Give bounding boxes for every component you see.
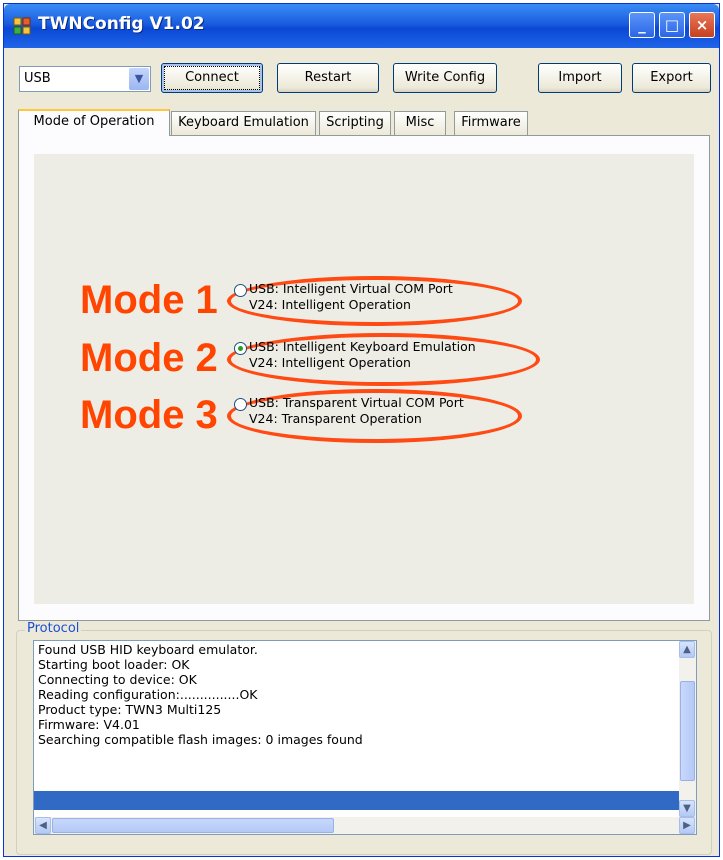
mode-2-radio[interactable]: [234, 342, 247, 355]
mode-3-line1: USB: Transparent Virtual COM Port: [249, 395, 464, 410]
log-line: Connecting to device: OK: [38, 672, 197, 687]
mode-1-line2: V24: Intelligent Operation: [249, 297, 411, 312]
log-line: Starting boot loader: OK: [38, 657, 190, 672]
port-select[interactable]: USB ▼: [19, 66, 151, 92]
mode-1-annotation: Mode 1: [80, 278, 218, 322]
tab-scripting[interactable]: Scripting: [319, 111, 391, 135]
minimize-button[interactable]: _: [629, 12, 655, 38]
scroll-down-icon[interactable]: ▼: [679, 800, 695, 817]
maximize-button[interactable]: □: [659, 12, 685, 38]
log-line: Found USB HID keyboard emulator.: [38, 642, 258, 657]
app-icon: [13, 17, 31, 35]
restart-button[interactable]: Restart: [277, 63, 379, 93]
port-select-value: USB: [24, 71, 51, 86]
protocol-legend: Protocol: [25, 621, 82, 636]
minimize-icon: _: [638, 16, 646, 34]
close-icon: ×: [695, 16, 709, 34]
mode-2-line1: USB: Intelligent Keyboard Emulation: [249, 339, 476, 354]
horizontal-scrollbar[interactable]: ◀ ▶: [34, 817, 696, 834]
selected-log-line[interactable]: [34, 791, 680, 810]
close-button[interactable]: ×: [689, 12, 715, 38]
horizontal-scroll-thumb[interactable]: [52, 818, 334, 833]
log-line: Searching compatible flash images: 0 ima…: [38, 732, 363, 747]
tab-firmware[interactable]: Firmware: [454, 111, 528, 135]
chevron-down-icon[interactable]: ▼: [129, 68, 149, 90]
window-title: TWNConfig V1.02: [38, 14, 205, 34]
log-line: Reading configuration:...............OK: [38, 687, 258, 702]
scroll-right-icon[interactable]: ▶: [679, 817, 695, 834]
tab-keyboard-emulation[interactable]: Keyboard Emulation: [171, 111, 316, 135]
mode-1-line1: USB: Intelligent Virtual COM Port: [249, 281, 453, 296]
mode-of-operation-panel: Mode 1 USB: Intelligent Virtual COM Port…: [18, 135, 710, 621]
vertical-scroll-thumb[interactable]: [680, 681, 695, 781]
app-window: TWNConfig V1.02 _ □ × USB ▼ Connect Rest…: [3, 3, 720, 857]
protocol-log[interactable]: Found USB HID keyboard emulator. Startin…: [33, 640, 697, 835]
toolbar: USB ▼ Connect Restart Write Config Impor…: [4, 61, 719, 101]
mode-1-radio[interactable]: [234, 284, 247, 297]
import-button[interactable]: Import: [538, 63, 622, 93]
title-bar[interactable]: TWNConfig V1.02 _ □ ×: [4, 4, 719, 48]
panel-content: Mode 1 USB: Intelligent Virtual COM Port…: [34, 154, 694, 604]
protocol-group: Protocol Found USB HID keyboard emulator…: [16, 621, 712, 855]
mode-3-annotation: Mode 3: [80, 393, 218, 437]
scroll-left-icon[interactable]: ◀: [35, 817, 51, 834]
mode-2-line2: V24: Intelligent Operation: [249, 355, 411, 370]
tab-misc[interactable]: Misc: [394, 111, 446, 135]
log-line: Product type: TWN3 Multi125: [38, 702, 222, 717]
log-line: Firmware: V4.01: [38, 717, 140, 732]
mode-2-annotation: Mode 2: [80, 336, 218, 380]
mode-3-radio[interactable]: [234, 398, 247, 411]
mode-3-line2: V24: Transparent Operation: [249, 411, 422, 426]
vertical-scrollbar[interactable]: ▲ ▼: [679, 641, 696, 817]
tab-mode-of-operation[interactable]: Mode of Operation: [18, 109, 170, 136]
export-button[interactable]: Export: [632, 63, 711, 93]
scroll-up-icon[interactable]: ▲: [679, 641, 695, 658]
maximize-icon: □: [664, 16, 680, 34]
write-config-button[interactable]: Write Config: [393, 63, 497, 93]
connect-button[interactable]: Connect: [161, 63, 263, 93]
